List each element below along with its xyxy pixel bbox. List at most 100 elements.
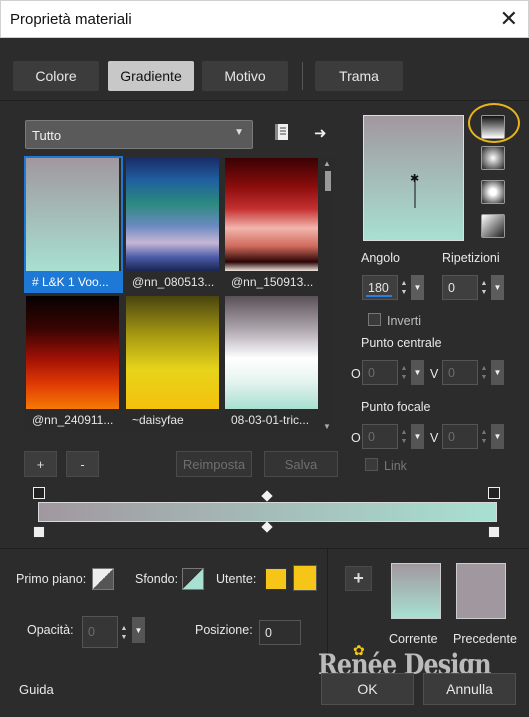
opacity-input[interactable]: 0 — [82, 616, 118, 648]
repeats-stepper[interactable]: ▲ ▼ — [477, 275, 491, 300]
tab-gradiente[interactable]: Gradiente — [108, 61, 194, 91]
user-label: Utente: — [216, 572, 257, 586]
gallery-item-label: @nn_240911... — [32, 413, 114, 427]
help-link[interactable]: Guida — [19, 682, 54, 697]
focal-v-label: V — [430, 431, 439, 445]
divider — [0, 100, 529, 101]
invert-checkbox[interactable] — [368, 313, 381, 326]
focal-h-stepper[interactable]: ▲ ▼ — [397, 424, 411, 449]
angle-underline — [366, 295, 392, 297]
foreground-swatch[interactable] — [92, 568, 114, 590]
current-swatch[interactable] — [391, 563, 441, 619]
previous-label: Precedente — [453, 632, 517, 646]
start-stop-marker-bottom[interactable] — [33, 526, 45, 538]
gallery-item[interactable]: @nn_240911... — [26, 296, 121, 429]
center-v-label: V — [430, 367, 439, 381]
link-label: Link — [384, 459, 407, 473]
category-dropdown[interactable]: Tutto ▼ — [25, 120, 253, 149]
tab-motivo[interactable]: Motivo — [202, 61, 288, 91]
opacity-dropdown-button[interactable]: ▼ — [132, 617, 145, 643]
save-button[interactable]: Salva — [264, 451, 338, 477]
tab-colore[interactable]: Colore — [13, 61, 99, 91]
focal-h-input[interactable]: 0 — [362, 424, 398, 449]
gradient-swatch — [225, 158, 318, 271]
gallery-item-label: 08-03-01-tric... — [231, 413, 310, 427]
current-label: Corrente — [389, 632, 438, 646]
tab-separator — [302, 62, 303, 90]
arrow-right-icon[interactable]: ➜ — [314, 124, 330, 142]
radial-style-icon[interactable] — [481, 214, 505, 238]
background-label: Sfondo: — [135, 572, 179, 586]
gradient-swatch — [126, 296, 219, 409]
focal-h-dropdown-button[interactable]: ▼ — [411, 424, 424, 449]
midpoint-diamond-top[interactable] — [261, 490, 273, 502]
scrollbar-thumb[interactable] — [325, 171, 331, 191]
link-checkbox[interactable] — [365, 458, 378, 471]
linear-style-icon[interactable] — [481, 115, 505, 139]
focal-v-stepper[interactable]: ▲ ▼ — [477, 424, 491, 449]
angle-input[interactable]: 180 — [362, 275, 398, 300]
user-color-swatch-small[interactable] — [265, 568, 287, 590]
end-stop-marker-top[interactable] — [488, 487, 500, 499]
angle-dropdown-button[interactable]: ▼ — [411, 275, 424, 300]
gallery-scrollbar[interactable]: ▲ ▼ — [322, 157, 334, 433]
gallery-item[interactable]: @nn_150913... — [225, 158, 320, 291]
bottom-divider — [0, 548, 529, 549]
reload-button[interactable]: Reimposta — [176, 451, 252, 477]
chevron-up-icon[interactable]: ▲ — [323, 159, 331, 168]
rectangular-style-icon[interactable] — [481, 146, 505, 170]
repeats-label: Ripetizioni — [442, 251, 500, 265]
library-icon[interactable] — [273, 123, 291, 141]
center-v-dropdown-button[interactable]: ▼ — [491, 360, 504, 385]
gallery-item-label: @nn_080513... — [132, 275, 215, 289]
repeats-value: 0 — [448, 281, 455, 295]
user-color-swatch[interactable] — [293, 565, 317, 591]
repeats-input[interactable]: 0 — [442, 275, 478, 300]
previous-swatch[interactable] — [456, 563, 506, 619]
add-swatch-button[interactable]: + — [345, 566, 372, 591]
focal-v-dropdown-button[interactable]: ▼ — [491, 424, 504, 449]
gallery-item[interactable]: ~daisyfae — [126, 296, 221, 429]
gradient-swatch — [26, 158, 119, 271]
chevron-down-icon: ▼ — [234, 127, 244, 138]
gallery-item[interactable]: @nn_080513... — [126, 158, 221, 291]
add-button[interactable]: + — [24, 451, 57, 477]
start-stop-marker-top[interactable] — [33, 487, 45, 499]
opacity-stepper[interactable]: ▲ ▼ — [117, 620, 131, 645]
position-label: Posizione: — [195, 623, 253, 637]
center-h-label: O — [351, 367, 361, 381]
vertical-divider — [327, 549, 328, 659]
invert-label: Inverti — [387, 314, 422, 328]
center-v-input[interactable]: 0 — [442, 360, 478, 385]
center-h-stepper[interactable]: ▲ ▼ — [397, 360, 411, 385]
gradient-preview[interactable]: ✱ — [363, 115, 464, 241]
focal-v-input[interactable]: 0 — [442, 424, 478, 449]
chevron-down-icon[interactable]: ▼ — [323, 422, 331, 431]
opacity-label: Opacità: — [27, 623, 74, 637]
gallery-item[interactable]: 08-03-01-tric... — [225, 296, 320, 429]
center-point-label: Punto centrale — [361, 336, 442, 350]
center-v-stepper[interactable]: ▲ ▼ — [477, 360, 491, 385]
midpoint-diamond-bottom[interactable] — [261, 521, 273, 533]
remove-button[interactable]: - — [66, 451, 99, 477]
close-icon[interactable]: ✕ — [500, 6, 518, 32]
gradient-editor-bar[interactable] — [38, 502, 497, 522]
window-title: Proprietà materiali — [10, 11, 132, 28]
center-h-dropdown-button[interactable]: ▼ — [411, 360, 424, 385]
gallery-item-label: @nn_150913... — [231, 275, 314, 289]
gradient-swatch — [225, 296, 318, 409]
center-h-input[interactable]: 0 — [362, 360, 398, 385]
sunburst-style-icon[interactable] — [481, 180, 505, 204]
repeats-dropdown-button[interactable]: ▼ — [491, 275, 504, 300]
end-stop-marker-bottom[interactable] — [488, 526, 500, 538]
ok-button[interactable]: OK — [321, 673, 414, 705]
gradient-gallery: # L&K 1 Voo... @nn_080513... @nn_150913.… — [24, 156, 321, 433]
background-swatch[interactable] — [182, 568, 204, 590]
angle-label: Angolo — [361, 251, 400, 265]
tab-trama[interactable]: Trama — [315, 61, 403, 91]
gallery-item-label: ~daisyfae — [132, 413, 184, 427]
angle-stepper[interactable]: ▲ ▼ — [397, 275, 411, 300]
gallery-item[interactable]: # L&K 1 Voo... — [24, 156, 123, 293]
position-input[interactable]: 0 — [259, 620, 301, 645]
cancel-button[interactable]: Annulla — [423, 673, 516, 705]
